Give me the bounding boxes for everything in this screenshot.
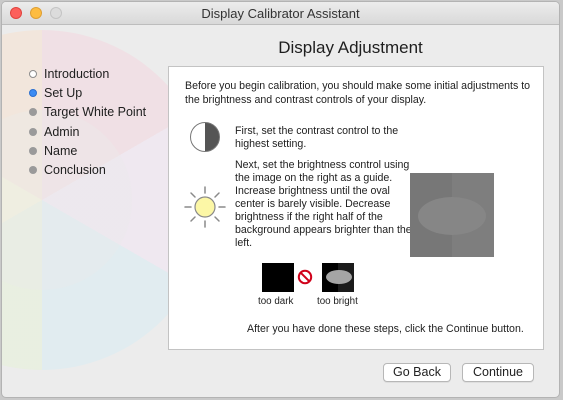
sun-icon [184, 186, 226, 228]
page-title: Display Adjustment [278, 38, 423, 57]
too-dark-sample [262, 263, 294, 292]
step-label: Set Up [44, 85, 83, 100]
step-label: Target White Point [44, 105, 147, 120]
step-label: Name [44, 143, 78, 158]
brightness-instructions: Next, set the brightness control using t… [235, 159, 412, 249]
step-label: Conclusion [44, 163, 106, 178]
too-bright-label: too bright [317, 296, 358, 307]
calibration-oval [418, 197, 486, 235]
step-status-icon [29, 166, 37, 175]
window: Display Calibrator Assistant Display Adj… [1, 1, 560, 398]
step-status-icon [29, 108, 37, 117]
continue-button[interactable]: Continue [462, 363, 534, 382]
steps-list: Introduction Set Up Target White Point A… [29, 64, 146, 180]
step-status-icon [29, 69, 37, 78]
prohibited-icon [297, 269, 313, 285]
intro-text: Before you begin calibration, you should… [185, 80, 531, 106]
titlebar: Display Calibrator Assistant [2, 2, 559, 25]
too-dark-label: too dark [258, 296, 294, 307]
calibration-image [410, 173, 494, 257]
step-label: Introduction [44, 66, 110, 81]
too-bright-oval [326, 270, 352, 284]
after-instructions: After you have done these steps, click t… [247, 323, 524, 335]
window-title: Display Calibrator Assistant [201, 6, 360, 21]
go-back-button[interactable]: Go Back [383, 363, 451, 382]
step-name: Name [29, 141, 146, 160]
step-status-icon [29, 88, 37, 97]
step-label: Admin [44, 124, 80, 139]
step-target-white-point: Target White Point [29, 103, 146, 122]
step-introduction: Introduction [29, 64, 146, 83]
contrast-icon [190, 122, 220, 152]
step-admin: Admin [29, 122, 146, 141]
step-conclusion: Conclusion [29, 160, 146, 179]
contrast-instructions: First, set the contrast control to the h… [235, 125, 399, 150]
step-status-icon [29, 146, 37, 155]
too-bright-sample [322, 263, 354, 292]
content-panel: Before you begin calibration, you should… [168, 66, 544, 350]
step-status-icon [29, 127, 37, 136]
step-set-up: Set Up [29, 83, 146, 102]
